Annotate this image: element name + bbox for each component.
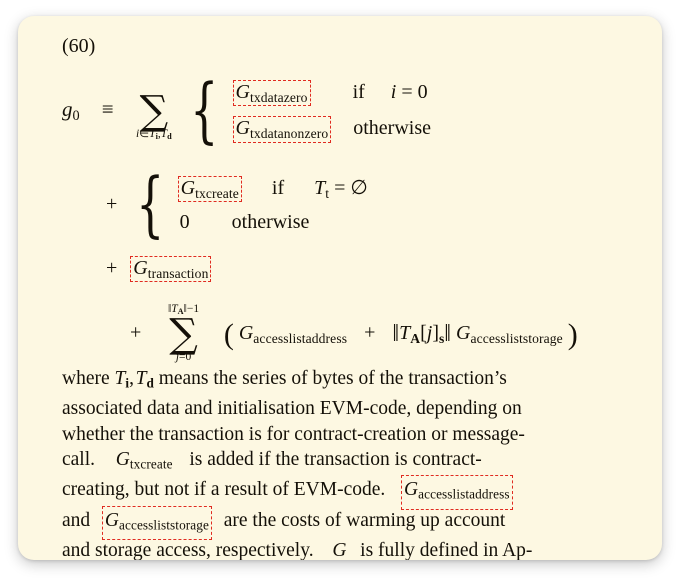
prose-line-7: and storage access, respectively. G is f… — [62, 538, 636, 560]
equation-number: (60) — [62, 35, 96, 57]
prose-tail-7: is fully defined in Ap- — [360, 539, 533, 560]
cases-brace-2: { — [136, 162, 165, 246]
case-3-condition: Tt = ∅ — [314, 177, 368, 201]
plus-sign-4: + — [130, 321, 142, 344]
term-accessliststorage: Gaccessliststorage — [456, 321, 563, 346]
case-1-keyword: if — [352, 81, 365, 103]
boxed-inline-accesslistaddress: Gaccesslistaddress — [401, 475, 513, 510]
lhs-symbol: g0 — [62, 96, 80, 124]
case-row-1: Gtxdatazero if i = 0 — [232, 79, 432, 107]
term3-subscript: transaction — [147, 265, 209, 281]
boxed-inline-accessliststorage: Gaccessliststorage — [101, 505, 213, 540]
boxed-term-transaction: Gtransaction — [130, 255, 212, 283]
case-2-condition: otherwise — [353, 117, 432, 140]
inline-math-Gtxcreate: Gtxcreate — [115, 449, 173, 472]
plus-sign-inner: + — [364, 321, 376, 344]
case-2-value: G — [235, 117, 250, 140]
inline-math-G: G — [332, 539, 347, 560]
case-4-condition: otherwise — [231, 211, 310, 234]
prose-head-5: creating, but not if a result of EVM-cod… — [62, 479, 386, 501]
prose-line-1: where Ti, Td means the series of bytes o… — [62, 366, 636, 396]
term-b-value: G — [456, 321, 471, 344]
summation-upper-limit-2: ‖TA‖−1 — [168, 303, 200, 317]
case-row-3: Gtxcreate if Tt = ∅ — [177, 175, 368, 203]
cases-brace-1: { — [190, 68, 219, 152]
plus-sign-3: + — [106, 257, 118, 279]
gaccessliststorage-subscript: accessliststorage — [119, 517, 209, 533]
equation-line-4: + ∑ ‖TA‖−1 j=0 ( Gaccesslistaddress + ‖TA[… — [130, 303, 578, 362]
prose-tail-6: are the costs of warming up account — [223, 509, 506, 531]
summation-lower-limit-1: i∈Ti,Td — [135, 127, 172, 142]
prose-head-7: and storage access, respectively. — [62, 539, 314, 560]
term-accesslistaddress: Gaccesslistaddress — [238, 321, 348, 346]
case-row-2: Gtxdatanonzero otherwise — [232, 116, 432, 143]
plus-sign-2: + — [106, 192, 118, 215]
case-1-subscript: txdatazero — [249, 89, 308, 105]
prose-tail-4: is added if the transaction is contract- — [189, 449, 482, 471]
summation-operator-2: ∑ ‖TA‖−1 j=0 — [168, 303, 199, 362]
explanatory-paragraph: where Ti, Td means the series of bytes o… — [62, 366, 636, 560]
boxed-term-txdatanonzero: Gtxdatanonzero — [232, 116, 332, 143]
prose-line-2: associated data and initialisation EVM-c… — [62, 398, 522, 420]
term3-value: G — [133, 257, 148, 279]
document-body: (60) g0 ≡ ∑ i∈Ti,Td { Gtxdatazero if i =… — [18, 16, 662, 560]
summation-lower-limit-2: j=0 — [175, 350, 192, 363]
case-3-value: G — [180, 177, 196, 199]
lhs-subscript: 0 — [72, 107, 80, 124]
prose-and-6: and — [62, 509, 91, 531]
case-4-value: 0 — [179, 211, 190, 234]
document-card: (60) g0 ≡ ∑ i∈Ti,Td { Gtxdatazero if i =… — [18, 16, 662, 560]
lhs-g: g — [62, 96, 73, 121]
term-b-subscript: accessliststorage — [470, 330, 563, 346]
equation-line-2: + { Gtxcreate if Tt = ∅ 0 otherwise — [106, 162, 368, 246]
gtxcreate-subscript: txcreate — [129, 456, 173, 472]
norm-expression: ‖TA[j]s‖ — [392, 320, 452, 347]
prose-line-3: whether the transaction is for contract-… — [62, 423, 525, 445]
cases-group-1: Gtxdatazero if i = 0 Gtxdatanonzero othe… — [232, 79, 432, 143]
case-1-condition: i = 0 — [390, 81, 428, 103]
prose-tail-1: means the series of bytes of the transac… — [158, 368, 507, 389]
prose-line-4: call. Gtxcreate is added if the transact… — [62, 447, 636, 477]
boxed-term-txcreate: Gtxcreate — [177, 175, 242, 203]
case-2-subscript: txdatanonzero — [249, 126, 329, 142]
case-3-subscript: txcreate — [195, 185, 239, 201]
term-a-value: G — [238, 321, 254, 344]
inline-math-Ti-Td: Ti, Td — [114, 368, 154, 391]
gaccesslistaddress-subscript: accesslistaddress — [418, 487, 510, 503]
prose-line-6: and Gaccessliststorage are the costs of … — [62, 505, 636, 540]
paren-open: ( — [223, 317, 234, 351]
equation-line-3: + Gtransaction — [106, 255, 212, 283]
case-3-keyword: if — [271, 177, 285, 199]
boxed-term-txdatazero: Gtxdatazero — [232, 79, 311, 107]
term-a-subscript: accesslistaddress — [253, 330, 348, 346]
paren-close: ) — [567, 317, 578, 351]
prose-call: call. — [62, 449, 96, 471]
summation-operator-1: ∑ i∈Ti,Td — [136, 91, 172, 140]
case-1-value: G — [235, 81, 250, 103]
relation-sign: ≡ — [101, 96, 114, 121]
prose-line-5: creating, but not if a result of EVM-cod… — [62, 475, 636, 510]
equation-line-1: g0 ≡ ∑ i∈Ti,Td { Gtxdatazero if i = 0 Gt… — [62, 68, 432, 152]
equation-block: g0 ≡ ∑ i∈Ti,Td { Gtxdatazero if i = 0 Gt… — [62, 66, 640, 366]
case-row-4: 0 otherwise — [180, 212, 368, 232]
prose-where: where — [62, 368, 110, 389]
cases-group-2: Gtxcreate if Tt = ∅ 0 otherwise — [177, 175, 368, 232]
